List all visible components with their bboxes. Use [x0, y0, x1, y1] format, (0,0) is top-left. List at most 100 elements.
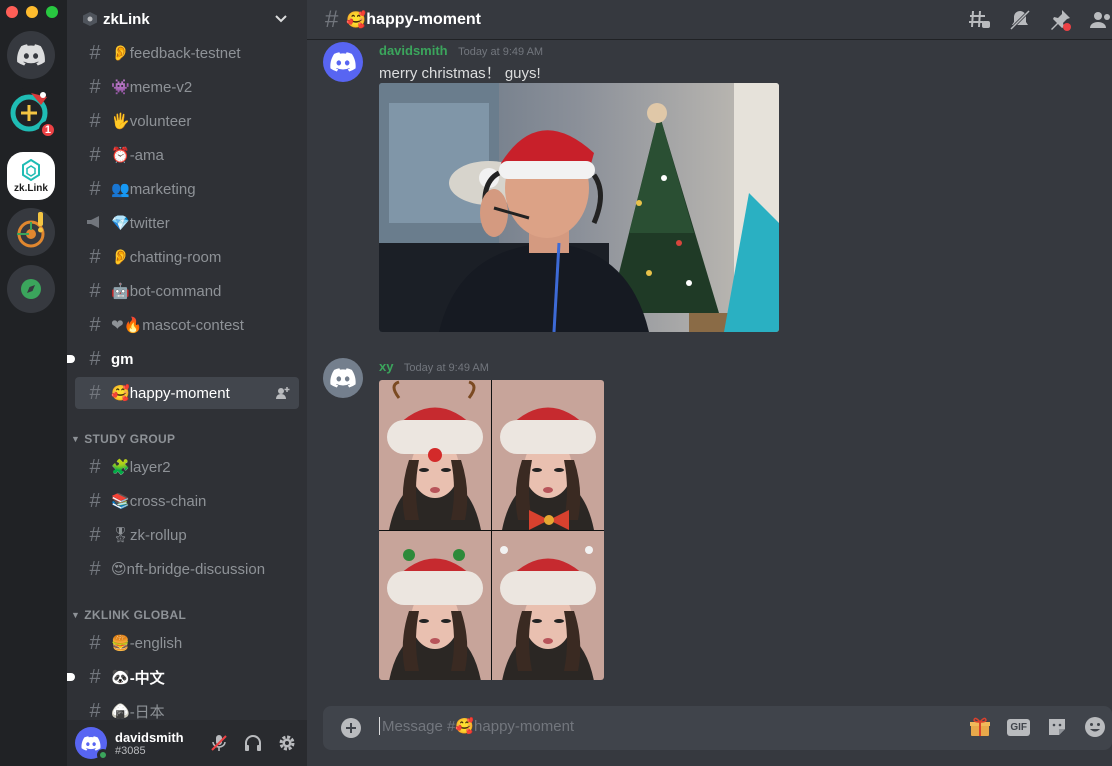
- notifications-muted-icon[interactable]: [1008, 8, 1032, 32]
- zklink-server-label: zk.Link: [14, 182, 48, 194]
- notification-badge: 1: [38, 121, 57, 139]
- unread-indicator: [67, 673, 75, 681]
- minimize-window-button[interactable]: [26, 6, 38, 18]
- selfie-grid-attachment[interactable]: [379, 380, 604, 680]
- christmas-photo-attachment[interactable]: [379, 83, 779, 332]
- channel-layer2[interactable]: # 🧩 layer2: [75, 451, 299, 483]
- sticker-icon[interactable]: [1046, 716, 1068, 738]
- channel-mascot-contest[interactable]: # ❤🔥 mascot-contest: [75, 309, 299, 341]
- channel-bot-command[interactable]: # 🤖 bot-command: [75, 275, 299, 307]
- channel-emoji: 🧩: [111, 459, 130, 476]
- server-header[interactable]: zkLink: [67, 0, 307, 38]
- user-panel: davidsmith #3085: [67, 720, 307, 766]
- hash-icon: #: [89, 631, 101, 654]
- channel-name: gm: [111, 350, 134, 368]
- channel-name: nft-bridge-discussion: [126, 560, 266, 578]
- category-label: ZKLINK GLOBAL: [84, 608, 187, 622]
- message-content: merry christmas！ guys!: [379, 65, 541, 82]
- channel-emoji: 🤖: [111, 283, 130, 300]
- channel-japanese[interactable]: # 🍙 -日本: [75, 695, 299, 721]
- channel-name: bot-command: [129, 282, 222, 300]
- hash-icon: #: [89, 313, 101, 336]
- zklink-logo-icon: [22, 158, 40, 181]
- channel-ama[interactable]: # ⏰ -ama: [75, 139, 299, 171]
- category-study-group[interactable]: ▼ STUDY GROUP: [71, 432, 175, 446]
- channel-meme-v2[interactable]: # 👾 meme-v2: [75, 71, 299, 103]
- channel-name: mascot-contest: [142, 316, 244, 334]
- channel-gm[interactable]: # gm: [67, 343, 299, 375]
- compass-icon: [21, 279, 41, 299]
- discord-logo-icon: [330, 52, 356, 72]
- channel-name: volunteer: [129, 112, 192, 130]
- channel-sidebar: zkLink # 👂 feedback-testnet # 👾 meme-v2 …: [67, 0, 307, 766]
- channel-emoji: ⏰: [111, 147, 130, 164]
- pinned-messages-icon[interactable]: [1048, 8, 1072, 32]
- close-window-button[interactable]: [6, 6, 18, 18]
- message-timestamp: Today at 9:49 AM: [403, 362, 489, 374]
- channel-name: feedback-testnet: [129, 44, 241, 62]
- add-attachment-icon[interactable]: [341, 718, 361, 738]
- home-button[interactable]: [7, 31, 55, 79]
- channel-cross-chain[interactable]: # 📚 cross-chain: [75, 485, 299, 517]
- emoji-picker-icon[interactable]: [1084, 716, 1106, 738]
- gift-icon[interactable]: [969, 716, 991, 738]
- channel-chinese[interactable]: # 🐼 -中文: [67, 661, 299, 693]
- message-author[interactable]: davidsmith: [379, 43, 448, 58]
- window-controls: [6, 6, 58, 18]
- category-zklink-global[interactable]: ▼ ZKLINK GLOBAL: [71, 608, 186, 622]
- server-target[interactable]: [7, 208, 55, 256]
- channel-zk-rollup[interactable]: # 🎖 zk-rollup: [75, 519, 299, 551]
- microphone-muted-icon[interactable]: [209, 733, 229, 753]
- author-avatar[interactable]: [323, 42, 363, 82]
- channel-volunteer[interactable]: # 🖐 volunteer: [75, 105, 299, 137]
- verified-server-icon: [83, 12, 97, 26]
- server-zklink[interactable]: zk.Link: [7, 152, 55, 200]
- channel-marketing[interactable]: # 👥 marketing: [75, 173, 299, 205]
- server-name: zkLink: [103, 10, 150, 28]
- hash-icon: #: [89, 109, 101, 132]
- discord-logo-icon: [17, 44, 45, 66]
- message-header: xy Today at 9:49 AM: [379, 358, 489, 376]
- channel-emoji: 👥: [111, 181, 130, 198]
- channel-emoji: 😍: [111, 561, 127, 578]
- channel-twitter[interactable]: 💎 twitter: [75, 207, 299, 239]
- channel-name: layer2: [129, 458, 171, 476]
- channel-nft-bridge-discussion[interactable]: # 😍 nft-bridge-discussion: [75, 553, 299, 585]
- message-input[interactable]: Message #🥰happy-moment: [379, 717, 574, 735]
- target-server-icon: [17, 212, 45, 248]
- settings-gear-icon[interactable]: [277, 733, 297, 753]
- member-list-icon[interactable]: [1088, 8, 1112, 32]
- channel-emoji: ❤🔥: [111, 317, 143, 334]
- channel-emoji: 🥰: [346, 11, 367, 29]
- caret-down-icon: ▼: [71, 434, 81, 444]
- channel-feedback-testnet[interactable]: # 👂 feedback-testnet: [75, 37, 299, 69]
- author-avatar[interactable]: [323, 358, 363, 398]
- server-christmas[interactable]: 1: [7, 87, 57, 139]
- threads-icon[interactable]: [968, 8, 992, 32]
- hash-icon: #: [89, 347, 101, 370]
- hash-icon: #: [89, 143, 101, 166]
- gif-button[interactable]: GIF: [1007, 718, 1030, 736]
- user-info[interactable]: davidsmith #3085: [115, 730, 184, 757]
- explore-servers-button[interactable]: [7, 265, 55, 313]
- headphones-icon[interactable]: [243, 733, 263, 753]
- category-label: STUDY GROUP: [84, 432, 176, 446]
- channel-title: happy-moment: [366, 10, 481, 28]
- chevron-down-icon[interactable]: [273, 10, 289, 26]
- user-avatar[interactable]: [75, 727, 109, 761]
- channel-happy-moment[interactable]: # 🥰 happy-moment: [75, 377, 299, 409]
- message-author[interactable]: xy: [379, 359, 393, 374]
- zoom-window-button[interactable]: [46, 6, 58, 18]
- channel-chatting-room[interactable]: # 👂 chatting-room: [75, 241, 299, 273]
- caret-down-icon: ▼: [71, 610, 81, 620]
- add-member-icon[interactable]: [275, 385, 291, 401]
- channel-english[interactable]: # 🍔 -english: [75, 627, 299, 659]
- discord-logo-icon: [330, 368, 356, 388]
- channel-name: chatting-room: [129, 248, 222, 266]
- message-composer: Message #🥰happy-moment GIF: [323, 706, 1112, 750]
- message: davidsmith Today at 9:49 AM merry christ…: [323, 42, 1083, 342]
- channel-emoji: 🥰: [111, 385, 130, 402]
- channel-name: -english: [129, 634, 183, 652]
- hash-icon: #: [89, 41, 101, 64]
- online-status-indicator: [97, 749, 109, 761]
